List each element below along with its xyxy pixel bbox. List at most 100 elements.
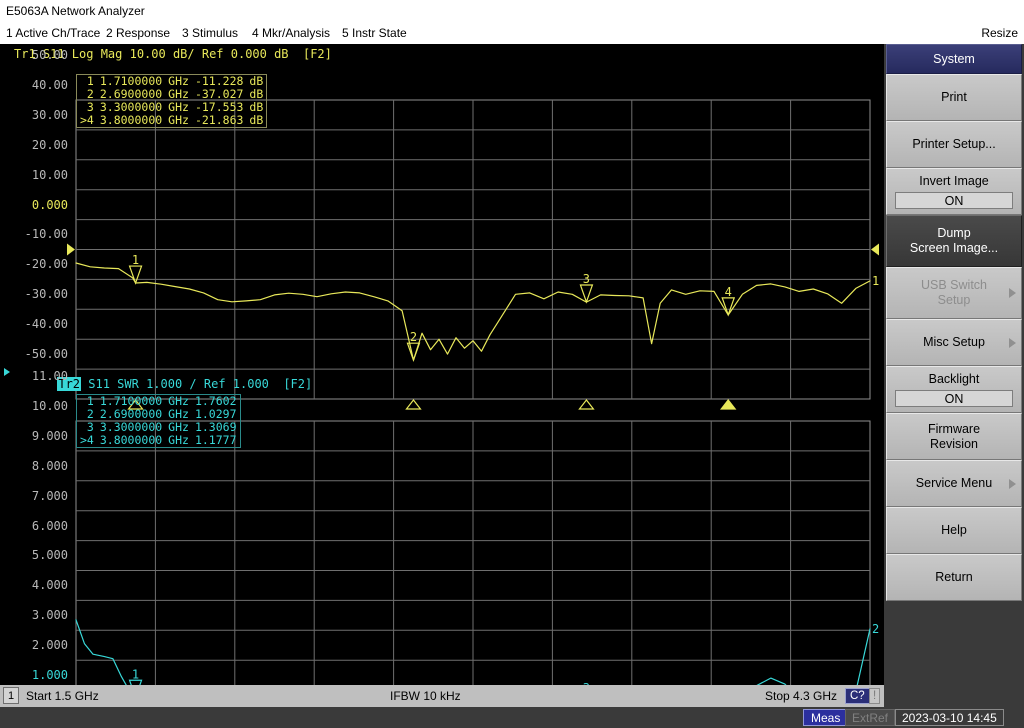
window-titlebar: E5063A Network Analyzer xyxy=(0,0,1024,22)
trace2-end-label: 2 xyxy=(872,622,879,636)
softkey-label-line2: Setup xyxy=(937,293,971,307)
y-axis-tick-label: 9.000 xyxy=(31,428,68,443)
marker-axis-indicator-icon[interactable] xyxy=(719,399,737,410)
status-bar: 1 Start 1.5 GHz IFBW 10 kHz Stop 4.3 GHz… xyxy=(0,685,1024,707)
softkey-backlight[interactable]: Backlight ON xyxy=(886,366,1022,413)
channel-indicator[interactable]: 1 xyxy=(3,687,19,704)
softkey-dump[interactable]: Dump Screen Image... xyxy=(886,215,1022,267)
softkey-label: Service Menu xyxy=(915,476,993,490)
y-axis-tick-label: 30.00 xyxy=(31,107,68,122)
extref-indicator: ExtRef xyxy=(845,709,896,726)
marker-number-label: 1 xyxy=(132,667,139,681)
marker-pointer-icon[interactable] xyxy=(128,265,143,285)
meas-status-button[interactable]: Meas xyxy=(803,709,849,726)
marker-freq: 3.8000000 xyxy=(99,433,163,447)
softkey-label: Dump xyxy=(937,226,971,240)
softkey-firmware[interactable]: Firmware Revision xyxy=(886,413,1022,460)
instrument-display: 1234112342 Tr1 S11 Log Mag 10.00 dB/ Ref… xyxy=(0,44,884,685)
marker-value-unit: dB xyxy=(249,113,264,127)
softkey-help[interactable]: Help xyxy=(886,507,1022,554)
marker-pointer-icon[interactable] xyxy=(721,297,736,317)
y-axis-tick-label: 1.000 xyxy=(31,668,68,682)
table-row: >4 3.8000000 GHz -21.863 dB xyxy=(77,114,267,128)
softkey-value[interactable]: ON xyxy=(895,192,1013,209)
marker-number-label: 4 xyxy=(725,285,732,299)
reference-marker-right-icon xyxy=(871,243,879,256)
start-frequency[interactable]: Start 1.5 GHz xyxy=(26,685,99,707)
statusbar-right-filler xyxy=(884,685,1024,707)
softkey-title-system[interactable]: System xyxy=(886,44,1022,74)
y-axis-tick-label: 4.000 xyxy=(31,578,68,593)
y-axis-tick-label: -20.00 xyxy=(24,257,68,272)
marker-id: >4 xyxy=(80,113,94,127)
menu-item-instr-state[interactable]: 5 Instr State xyxy=(342,22,407,44)
chevron-right-icon xyxy=(1009,337,1016,348)
softkey-return[interactable]: Return xyxy=(886,554,1022,601)
table-row: 1 1.7100000 GHz 1.7602 xyxy=(77,395,241,409)
y-axis-tick-label: 10.00 xyxy=(31,167,68,182)
softkey-service-menu[interactable]: Service Menu xyxy=(886,460,1022,507)
y-axis-tick-label: 40.00 xyxy=(31,77,68,92)
taskbar: Meas ExtRef 2023-03-10 14:45 xyxy=(0,707,1024,728)
marker-axis-indicator-icon[interactable] xyxy=(578,399,595,410)
marker-freq-unit: GHz xyxy=(168,113,189,127)
softkey-value[interactable]: ON xyxy=(895,390,1013,407)
softkey-label: USB Switch xyxy=(921,278,987,292)
trace2-marker-table: 1 1.7100000 GHz 1.7602 2 2.6900000 GHz 1… xyxy=(76,394,241,448)
menu-item-mkr-analysis[interactable]: 4 Mkr/Analysis xyxy=(252,22,330,44)
marker-freq-unit: GHz xyxy=(168,74,189,88)
chevron-right-icon xyxy=(1009,288,1016,298)
marker-value: -11.228 xyxy=(194,74,244,88)
warning-badge[interactable]: ! xyxy=(869,688,881,704)
resize-button[interactable]: Resize xyxy=(981,22,1018,44)
window-title: E5063A Network Analyzer xyxy=(6,4,145,18)
marker-freq: 1.7100000 xyxy=(99,394,163,408)
marker-number-label: 2 xyxy=(410,330,417,344)
softkey-label: Backlight xyxy=(928,372,980,386)
network-analyzer-window: E5063A Network Analyzer 1 Active Ch/Trac… xyxy=(0,0,1024,728)
correction-status-badge[interactable]: C? xyxy=(845,688,870,704)
marker-id: 1 xyxy=(86,74,94,88)
ifbw-setting[interactable]: IFBW 10 kHz xyxy=(390,685,461,707)
marker-value-unit: dB xyxy=(249,74,264,88)
table-row: >4 3.8000000 GHz 1.1777 xyxy=(77,434,241,448)
marker-axis-indicator-icon[interactable] xyxy=(405,399,422,410)
marker-number-label: 3 xyxy=(583,272,590,286)
y-axis-tick-label: 2.000 xyxy=(31,638,68,653)
y-axis-tick-label: 7.000 xyxy=(31,488,68,503)
y-axis-tick-label: -30.00 xyxy=(24,287,68,302)
y-axis-tick-label: 8.000 xyxy=(31,458,68,473)
menu-item-stimulus[interactable]: 3 Stimulus xyxy=(182,22,238,44)
y-axis-tick-label: -10.00 xyxy=(24,227,68,242)
stop-frequency[interactable]: Stop 4.3 GHz xyxy=(765,685,837,707)
trace1-marker-table: 1 1.7100000 GHz -11.228 dB 2 2.6900000 G… xyxy=(76,74,268,128)
marker-id: >4 xyxy=(80,433,94,447)
softkey-misc-setup[interactable]: Misc Setup xyxy=(886,319,1022,366)
softkey-menu-panel: System Print Printer Setup... Invert Image O… xyxy=(884,44,1024,685)
softkey-label: Misc Setup xyxy=(923,335,985,349)
marker-freq: 1.7100000 xyxy=(99,74,163,88)
menu-item-response[interactable]: 2 Response xyxy=(106,22,170,44)
softkey-label: Printer Setup... xyxy=(912,137,996,151)
reference-marker-left-icon xyxy=(67,243,75,256)
chevron-right-icon xyxy=(1009,478,1016,489)
y-axis-tick-label: 5.000 xyxy=(31,548,68,563)
softkey-label: Help xyxy=(941,523,967,537)
softkey-label: System xyxy=(933,51,975,66)
y-axis-tick-label: 10.00 xyxy=(31,398,68,413)
marker-number-label: 1 xyxy=(132,253,139,267)
y-axis-tick-label: 3.000 xyxy=(31,608,68,623)
marker-id: 1 xyxy=(86,394,94,408)
marker-value: 1.7602 xyxy=(194,394,237,408)
menubar: 1 Active Ch/Trace 2 Response 3 Stimulus … xyxy=(0,22,1024,44)
trace1-end-label: 1 xyxy=(872,274,879,288)
y-axis-tick-label: 50.00 xyxy=(31,48,68,62)
y-axis-tick-label: -50.00 xyxy=(24,347,68,361)
softkey-label: Return xyxy=(935,570,973,584)
softkey-label-line2: Revision xyxy=(930,436,978,451)
softkey-print[interactable]: Print xyxy=(886,74,1022,121)
softkey-printer-setup[interactable]: Printer Setup... xyxy=(886,121,1022,168)
menu-item-active-ch-trace[interactable]: 1 Active Ch/Trace xyxy=(6,22,100,44)
softkey-invert-image[interactable]: Invert Image ON xyxy=(886,168,1022,215)
marker-freq-unit: GHz xyxy=(168,433,189,447)
